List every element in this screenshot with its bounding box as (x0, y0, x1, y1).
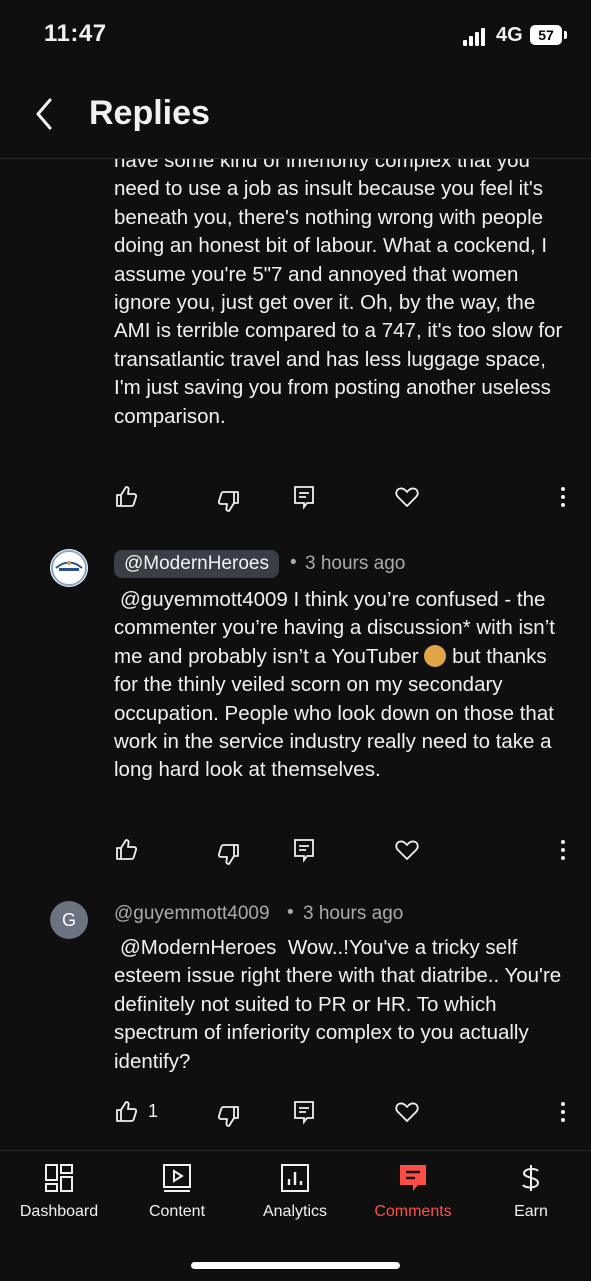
reply-icon (294, 839, 314, 863)
dislike-button[interactable] (215, 488, 241, 514)
dislike-button[interactable] (215, 841, 241, 867)
nav-comments[interactable]: Comments (354, 1151, 472, 1241)
more-button[interactable] (550, 1099, 576, 1125)
nav-analytics[interactable]: Analytics (236, 1151, 354, 1241)
more-button[interactable] (550, 484, 576, 510)
person-shrugging-icon (424, 644, 447, 667)
avatar[interactable] (50, 549, 88, 587)
avatar[interactable]: G (50, 901, 88, 939)
analytics-icon (281, 1164, 309, 1192)
like-button[interactable] (114, 837, 140, 863)
status-time: 11:47 (44, 20, 107, 47)
heart-button[interactable] (394, 484, 420, 510)
dashboard-icon (45, 1164, 73, 1192)
page-title: Replies (89, 94, 210, 132)
reply-button[interactable] (291, 1099, 317, 1125)
nav-label: Content (148, 1203, 206, 1220)
nav-label: Analytics (262, 1203, 328, 1220)
heart-icon (395, 487, 419, 507)
comment-text: @ModernHeroes Wow..!You've a tricky self… (114, 934, 574, 1076)
comment-actions (114, 837, 574, 867)
like-button[interactable] (114, 484, 140, 510)
comment-actions: 1 (114, 1099, 574, 1129)
thumbs-down-icon (217, 1106, 239, 1127)
like-count: 1 (148, 1101, 159, 1121)
status-bar: 11:47 4G 57 (0, 0, 591, 72)
dislike-button[interactable] (215, 1103, 241, 1129)
comment-text: have some kind of inferiority complex th… (114, 158, 563, 428)
nav-label: Dashboard (19, 1203, 99, 1220)
more-vert-icon (561, 840, 565, 860)
heart-icon (395, 1102, 419, 1122)
thumbs-up-icon (116, 486, 138, 507)
home-indicator (191, 1262, 400, 1269)
signal-icon (463, 28, 491, 46)
app-header: Replies (0, 72, 591, 159)
thumbs-down-icon (217, 844, 239, 865)
back-button[interactable] (28, 94, 64, 134)
earn-icon (522, 1165, 540, 1191)
heart-button[interactable] (394, 837, 420, 863)
more-button[interactable] (550, 837, 576, 863)
nav-label: Comments (374, 1203, 452, 1220)
thumbs-down-icon (217, 491, 239, 512)
heart-icon (395, 840, 419, 860)
comment-time: 3 hours ago (305, 553, 406, 574)
separator-dot: • (287, 902, 294, 923)
comment-time: 3 hours ago (303, 903, 404, 924)
nav-dashboard[interactable]: Dashboard (0, 1151, 118, 1241)
thumbs-up-icon (116, 1101, 138, 1122)
like-button[interactable] (114, 1099, 140, 1125)
content-icon (163, 1164, 191, 1192)
channel-logo-icon (51, 550, 87, 586)
more-vert-icon (561, 1102, 565, 1122)
reply-icon (294, 486, 314, 510)
nav-label: Earn (514, 1203, 548, 1220)
nav-content[interactable]: Content (118, 1151, 236, 1241)
reply-button[interactable] (291, 837, 317, 863)
battery-icon: 57 (530, 25, 567, 45)
network-type: 4G (496, 24, 523, 46)
author-chip[interactable]: @ModernHeroes (114, 550, 279, 578)
comment-actions (114, 484, 574, 514)
reply-icon (294, 1101, 314, 1125)
mention-link[interactable]: @guyemmott4009 (120, 588, 288, 611)
reply-button[interactable] (291, 484, 317, 510)
replies-list[interactable]: have some kind of inferiority complex th… (0, 158, 591, 1150)
heart-button[interactable] (394, 1099, 420, 1125)
comment-text: @guyemmott4009 I think you’re confused -… (114, 586, 574, 785)
chevron-left-icon (36, 98, 52, 130)
nav-earn[interactable]: Earn (472, 1151, 590, 1241)
separator-dot: • (290, 552, 297, 573)
thumbs-up-icon (116, 839, 138, 860)
more-vert-icon (561, 487, 565, 507)
mention-link[interactable]: @ModernHeroes (120, 936, 276, 959)
author-handle[interactable]: @guyemmott4009 (114, 903, 270, 925)
comments-icon (400, 1165, 426, 1191)
